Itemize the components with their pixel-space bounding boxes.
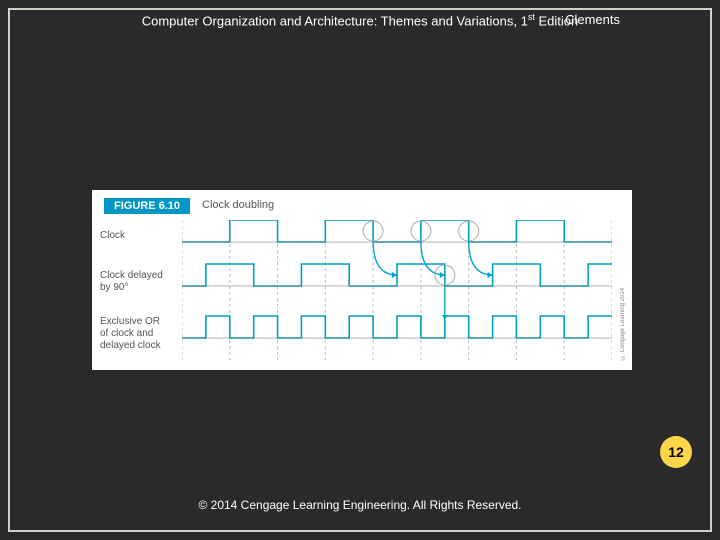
author-name: Clements <box>565 12 620 27</box>
signal-label-delayed: Clock delayed by 90° <box>100 270 178 294</box>
title-sup: st <box>528 12 535 22</box>
figure-side-copyright: © Cengage Learning 2014 <box>620 220 630 360</box>
signal-area: Clock Clock delayed by 90° Exclusive OR … <box>100 220 624 362</box>
slide-frame: Computer Organization and Architecture: … <box>8 8 712 532</box>
figure-title: Clock doubling <box>202 199 274 211</box>
footer-copyright: © 2014 Cengage Learning Engineering. All… <box>10 498 710 512</box>
page-number-badge: 12 <box>660 436 692 468</box>
signal-label-xor: Exclusive OR of clock and delayed clock <box>100 316 178 352</box>
title-pre: Computer Organization and Architecture: … <box>142 13 528 28</box>
figure-badge: FIGURE 6.10 <box>104 198 190 214</box>
timing-diagram <box>182 220 612 360</box>
figure-panel: FIGURE 6.10 Clock doubling Clock Clock d… <box>92 190 632 370</box>
signal-label-clock: Clock <box>100 230 178 242</box>
